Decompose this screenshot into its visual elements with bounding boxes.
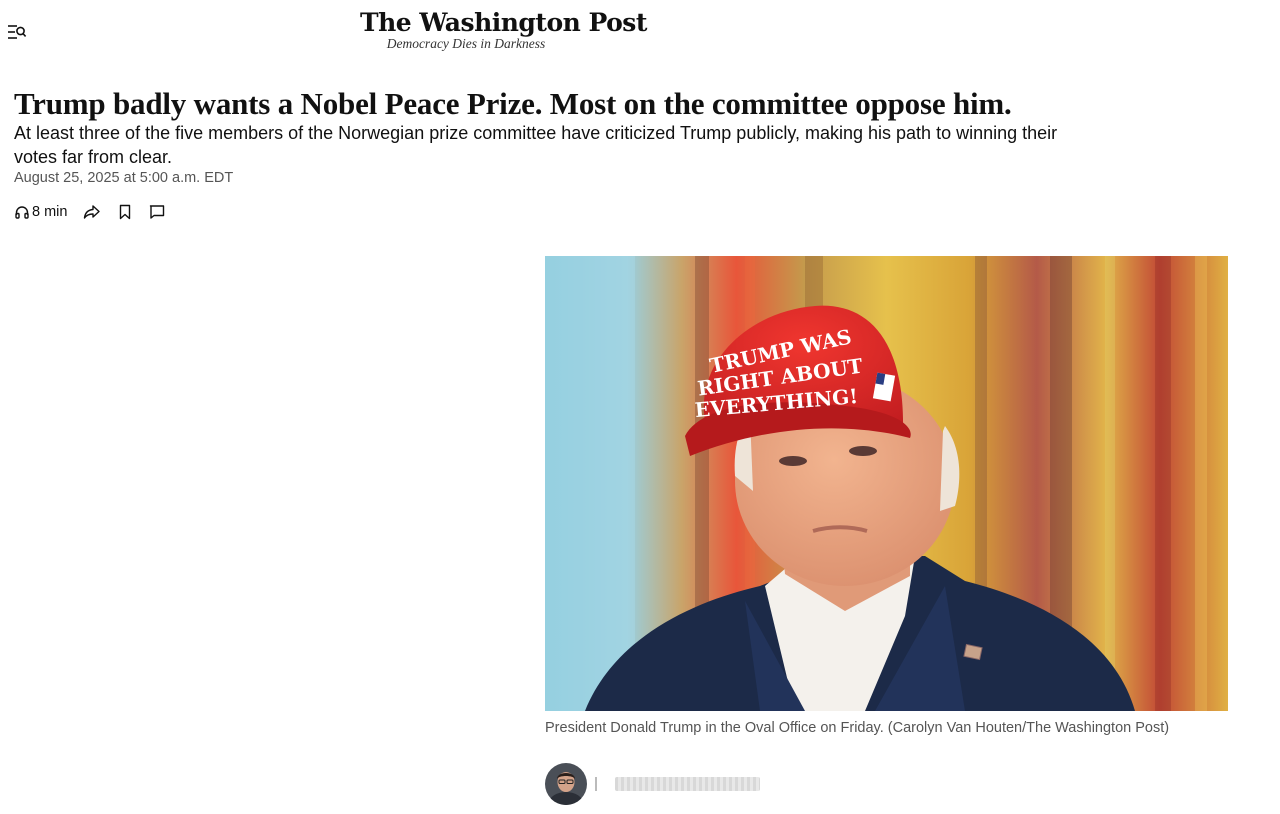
tagline: Democracy Dies in Darkness bbox=[386, 36, 546, 51]
listen-button[interactable]: 8 min bbox=[14, 204, 67, 220]
author-byline bbox=[545, 763, 760, 805]
menu-search-icon[interactable] bbox=[6, 22, 28, 42]
article-dateline: August 25, 2025 at 5:00 a.m. EDT bbox=[14, 170, 234, 186]
bookmark-button[interactable] bbox=[117, 204, 133, 220]
headphones-icon bbox=[14, 204, 30, 220]
bookmark-icon bbox=[117, 204, 133, 220]
article-headline: Trump badly wants a Nobel Peace Prize. M… bbox=[14, 86, 1012, 121]
share-icon bbox=[83, 204, 101, 220]
lead-photo[interactable]: TRUMP WAS RIGHT ABOUT EVERYTHING! bbox=[545, 256, 1228, 711]
byline-separator bbox=[595, 777, 597, 791]
article-toolbar: 8 min bbox=[14, 200, 181, 224]
listen-duration: 8 min bbox=[32, 204, 68, 220]
logo[interactable]: The Washington Post bbox=[360, 8, 647, 38]
share-button[interactable] bbox=[83, 204, 101, 220]
comments-button[interactable] bbox=[149, 204, 165, 220]
article-dek: At least three of the five members of th… bbox=[14, 123, 1058, 167]
photo-caption: President Donald Trump in the Oval Offic… bbox=[545, 720, 1170, 736]
comment-icon bbox=[149, 204, 165, 220]
author-avatar[interactable] bbox=[545, 763, 587, 805]
masthead[interactable]: The Washington Post Democracy Dies in Da… bbox=[360, 8, 647, 51]
author-name-redacted[interactable] bbox=[615, 777, 760, 791]
